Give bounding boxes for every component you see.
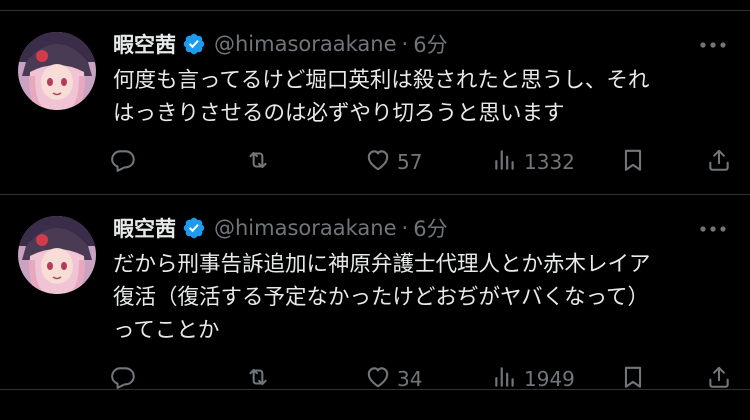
heart-icon — [365, 147, 391, 178]
heart-icon — [365, 364, 391, 395]
author-handle[interactable]: @himasoraakane — [214, 32, 397, 56]
timeline: 暇空茜 @himasoraakane · 6分 何度も言ってるけど堀口英利は殺さ… — [0, 0, 750, 420]
tweet-text-line: だから刑事告訴追加に神原弁護士代理人とか赤木レイア — [113, 252, 651, 277]
tweet-text-line: はっきりさせるのは必ずやり切ろうと思います — [113, 101, 565, 126]
bookmark-icon — [620, 364, 646, 395]
action-bar: 34 1949 — [0, 362, 750, 396]
bookmark-button[interactable] — [620, 145, 646, 179]
reply-icon — [110, 364, 136, 395]
tweet[interactable]: 暇空茜 @himasoraakane · 6分 何度も言ってるけど堀口英利は殺さ… — [0, 0, 750, 195]
views-icon — [492, 147, 518, 178]
share-icon — [706, 364, 732, 395]
tweet-text-line: ってことか — [113, 318, 220, 343]
views-icon — [492, 364, 518, 395]
separator-dot: · — [401, 32, 409, 56]
author-name[interactable]: 暇空茜 — [113, 213, 176, 243]
share-icon — [706, 147, 732, 178]
more-icon[interactable] — [696, 33, 730, 57]
verified-badge-icon — [182, 32, 206, 56]
tweet-text: だから刑事告訴追加に神原弁護士代理人とか赤木レイア 復活（復活する予定なかったけ… — [113, 248, 733, 347]
like-count: 34 — [397, 367, 423, 391]
like-count: 57 — [397, 150, 423, 174]
like-button[interactable]: 57 — [365, 145, 422, 179]
bookmark-button[interactable] — [620, 362, 646, 396]
bookmark-icon — [620, 147, 646, 178]
reply-button[interactable] — [110, 145, 136, 179]
reply-icon — [110, 147, 136, 178]
views-count: 1949 — [524, 367, 575, 391]
repost-icon — [245, 364, 271, 395]
more-icon[interactable] — [696, 217, 730, 241]
tweet[interactable]: 暇空茜 @himasoraakane · 6分 だから刑事告訴追加に神原弁護士代… — [0, 195, 750, 391]
share-button[interactable] — [706, 362, 732, 396]
tweet-header: 暇空茜 @himasoraakane · 6分 — [113, 28, 448, 60]
tweet-text-line: 復活（復活する予定なかったけどおぢがヤバくなって） — [113, 285, 649, 310]
tweet-text-line: 何度も言ってるけど堀口英利は殺されたと思うし、それ — [113, 68, 650, 93]
author-name[interactable]: 暇空茜 — [113, 29, 176, 59]
verified-badge-icon — [182, 216, 206, 240]
tweet-time[interactable]: 6分 — [413, 213, 447, 243]
tweet-text: 何度も言ってるけど堀口英利は殺されたと思うし、それ はっきりさせるのは必ずやり切… — [113, 64, 733, 130]
repost-icon — [245, 147, 271, 178]
avatar[interactable] — [18, 32, 96, 110]
reply-button[interactable] — [110, 362, 136, 396]
avatar[interactable] — [18, 216, 96, 294]
views-count: 1332 — [524, 150, 575, 174]
action-bar: 57 1332 — [0, 145, 750, 179]
tweet-time[interactable]: 6分 — [413, 29, 447, 59]
views-button[interactable]: 1949 — [492, 362, 575, 396]
repost-button[interactable] — [245, 362, 271, 396]
tweet-header: 暇空茜 @himasoraakane · 6分 — [113, 212, 448, 244]
author-handle[interactable]: @himasoraakane — [214, 216, 397, 240]
like-button[interactable]: 34 — [365, 362, 422, 396]
repost-button[interactable] — [245, 145, 271, 179]
share-button[interactable] — [706, 145, 732, 179]
separator-dot: · — [401, 216, 409, 240]
views-button[interactable]: 1332 — [492, 145, 575, 179]
